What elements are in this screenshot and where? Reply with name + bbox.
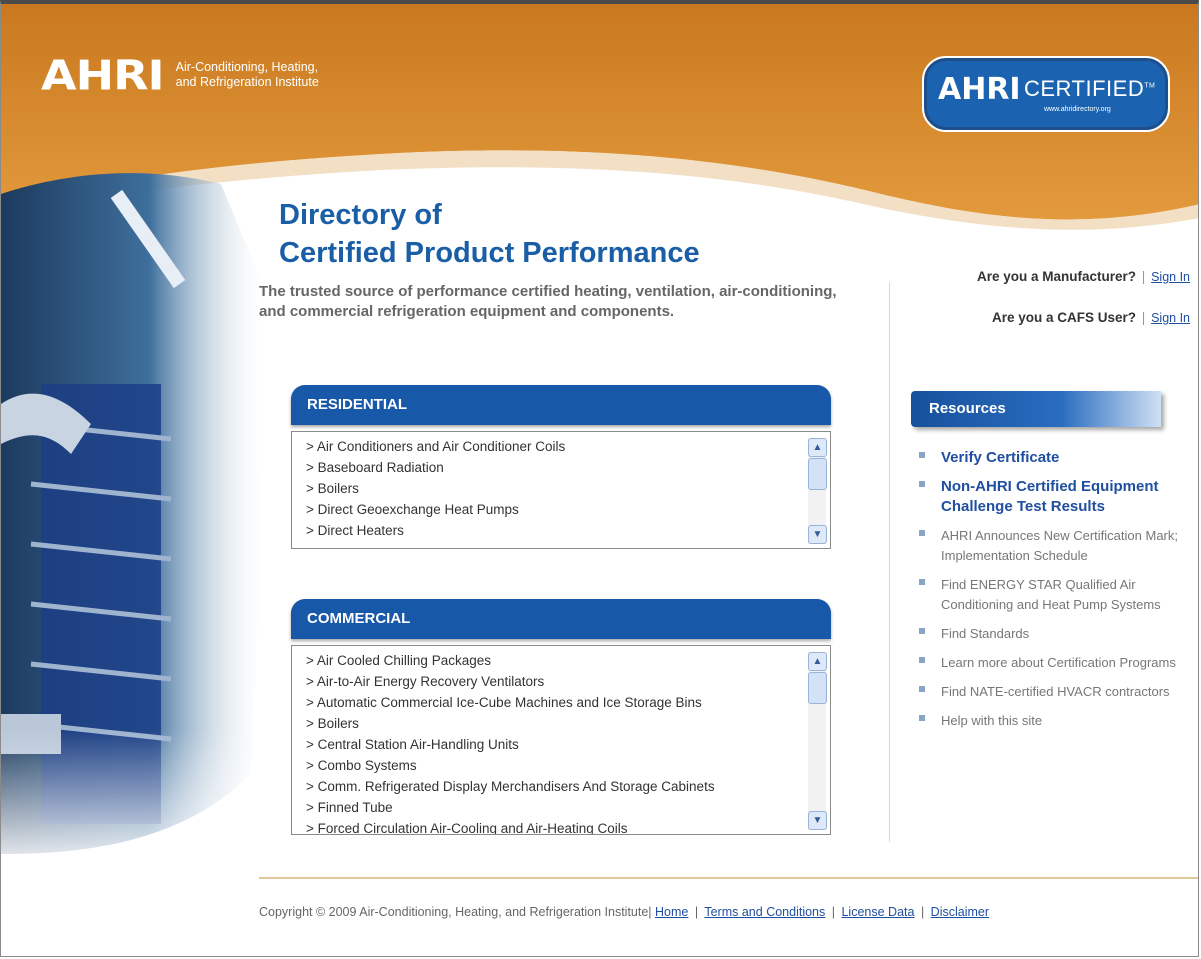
title-line-1: Directory of	[279, 199, 442, 231]
cafs-signin: Are you a CAFS User? | Sign In	[992, 310, 1190, 325]
commercial-scrollbar[interactable]: ▲ ▼	[808, 652, 827, 830]
resource-link[interactable]: Non-AHRI Certified Equipment Challenge T…	[919, 477, 1194, 517]
residential-heading: RESIDENTIAL	[291, 385, 831, 425]
residential-panel: RESIDENTIAL > Air Conditioners and Air C…	[291, 385, 831, 549]
manufacturer-signin: Are you a Manufacturer? | Sign In	[977, 269, 1190, 284]
bullet-icon	[919, 686, 925, 692]
resource-link[interactable]: Find Standards	[919, 624, 1194, 644]
list-item[interactable]: > Comm. Refrigerated Display Merchandise…	[306, 776, 830, 797]
copyright-text: Copyright © 2009 Air-Conditioning, Heati…	[259, 905, 652, 919]
bullet-icon	[919, 628, 925, 634]
footer: Copyright © 2009 Air-Conditioning, Heati…	[259, 902, 1119, 922]
footer-disclaimer-link[interactable]: Disclaimer	[931, 905, 989, 919]
list-item[interactable]: > Finned Tube	[306, 797, 830, 818]
signin-separator: |	[1141, 269, 1146, 284]
footer-home-link[interactable]: Home	[655, 905, 688, 919]
resource-link-label: AHRI Announces New Certification Mark; I…	[941, 528, 1178, 563]
cafs-question: Are you a CAFS User?	[991, 310, 1137, 325]
commercial-list: > Air Cooled Chilling Packages > Air-to-A…	[292, 646, 830, 834]
residential-listbox[interactable]: > Air Conditioners and Air Conditioner C…	[291, 431, 831, 549]
resource-link[interactable]: Verify Certificate	[919, 448, 1194, 468]
badge-certified-text: CERTIFIED	[1024, 76, 1145, 101]
logo-line-1: Air-Conditioning, Heating,	[175, 60, 319, 74]
page-frame: AHRI Air-Conditioning, Heating, and Refr…	[0, 0, 1199, 957]
resource-link-label: Help with this site	[941, 713, 1043, 728]
resource-link-label: Non-AHRI Certified Equipment Challenge T…	[941, 478, 1159, 515]
residential-scrollbar[interactable]: ▲ ▼	[808, 438, 827, 544]
footer-separator: |	[831, 905, 835, 919]
footer-terms-link[interactable]: Terms and Conditions	[704, 905, 825, 919]
list-item[interactable]: > Boilers	[306, 478, 830, 499]
commercial-panel: COMMERCIAL > Air Cooled Chilling Package…	[291, 599, 831, 835]
equipment-photo	[1, 154, 271, 874]
footer-separator: |	[694, 905, 699, 919]
scroll-down-icon[interactable]: ▼	[808, 811, 827, 830]
badge-word: CERTIFIEDTM	[1024, 76, 1155, 102]
scroll-up-icon[interactable]: ▲	[808, 652, 827, 671]
resource-link[interactable]: Find NATE-certified HVACR contractors	[919, 682, 1194, 702]
bullet-icon	[919, 579, 925, 585]
list-item[interactable]: > Air-to-Air Energy Recovery Ventilators	[306, 671, 830, 692]
bullet-icon	[919, 715, 925, 721]
resource-link[interactable]: AHRI Announces New Certification Mark; I…	[919, 526, 1194, 566]
certified-badge[interactable]: AHRI CERTIFIEDTM www.ahridirectory.org	[922, 56, 1170, 132]
residential-list: > Air Conditioners and Air Conditioner C…	[292, 432, 830, 541]
title-line-2: Certified Product Performance	[279, 237, 700, 269]
list-item[interactable]: > Central Station Air-Handling Units	[306, 734, 830, 755]
resource-link-label: Verify Certificate	[941, 449, 1060, 466]
scroll-up-icon[interactable]: ▲	[808, 438, 827, 457]
resource-link-label: Find ENERGY STAR Qualified Air Condition…	[941, 577, 1161, 612]
resources-header: Resources	[911, 391, 1161, 429]
commercial-listbox[interactable]: > Air Cooled Chilling Packages > Air-to-A…	[291, 645, 831, 835]
resource-link-label: Find Standards	[941, 626, 1030, 641]
bullet-icon	[919, 657, 925, 663]
logo-mark: AHRI	[41, 50, 165, 100]
column-divider	[889, 282, 890, 842]
bullet-icon	[919, 452, 925, 458]
logo-text: Air-Conditioning, Heating, and Refrigera…	[176, 60, 319, 90]
list-item[interactable]: > Automatic Commercial Ice-Cube Machines…	[306, 692, 830, 713]
manufacturer-signin-link[interactable]: Sign In	[1151, 270, 1190, 284]
resource-link-label: Learn more about Certification Programs	[941, 655, 1176, 670]
signin-separator: |	[1141, 310, 1146, 325]
list-item[interactable]: > Air Conditioners and Air Conditioner C…	[306, 436, 830, 457]
resource-link[interactable]: Help with this site	[919, 711, 1194, 731]
list-item[interactable]: > Boilers	[306, 713, 830, 734]
scroll-down-icon[interactable]: ▼	[808, 525, 827, 544]
list-item[interactable]: > Combo Systems	[306, 755, 830, 776]
bullet-icon	[919, 481, 925, 487]
list-item[interactable]: > Baseboard Radiation	[306, 457, 830, 478]
cafs-signin-link[interactable]: Sign In	[1151, 311, 1190, 325]
resource-link-label: Find NATE-certified HVACR contractors	[941, 684, 1170, 699]
list-item[interactable]: > Forced Circulation Air-Cooling and Air…	[306, 818, 830, 834]
footer-divider	[259, 877, 1198, 879]
manufacturer-question: Are you a Manufacturer?	[976, 269, 1137, 284]
list-item[interactable]: > Air Cooled Chilling Packages	[306, 650, 830, 671]
resources-list: Verify Certificate Non-AHRI Certified Equ…	[919, 448, 1194, 740]
badge-tm: TM	[1144, 82, 1156, 90]
bullet-icon	[919, 530, 925, 536]
list-item[interactable]: > Direct Heaters	[306, 520, 830, 541]
ahri-logo[interactable]: AHRI Air-Conditioning, Heating, and Refr…	[41, 52, 319, 98]
resources-heading: Resources	[911, 391, 1161, 427]
resource-link[interactable]: Learn more about Certification Programs	[919, 653, 1194, 673]
footer-license-link[interactable]: License Data	[841, 905, 914, 919]
scroll-thumb[interactable]	[808, 672, 827, 704]
commercial-heading: COMMERCIAL	[291, 599, 831, 639]
tagline: The trusted source of performance certif…	[259, 283, 837, 320]
footer-separator: |	[920, 905, 925, 919]
list-item[interactable]: > Direct Geoexchange Heat Pumps	[306, 499, 830, 520]
resource-link[interactable]: Find ENERGY STAR Qualified Air Condition…	[919, 575, 1194, 615]
page-title: Directory of Certified Product Performan…	[279, 196, 700, 272]
badge-url: www.ahridirectory.org	[1044, 106, 1111, 113]
scroll-thumb[interactable]	[808, 458, 827, 490]
logo-line-2: and Refrigeration Institute	[175, 75, 319, 89]
badge-mark: AHRI	[938, 72, 1021, 107]
